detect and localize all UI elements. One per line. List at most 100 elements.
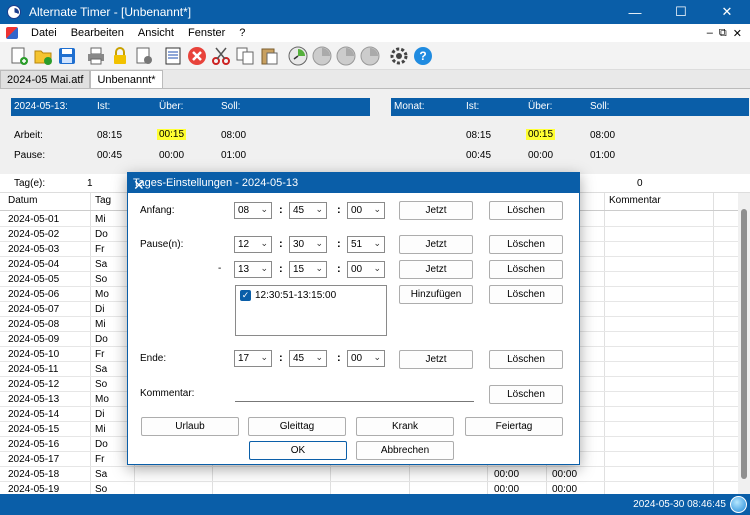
cut-icon[interactable] (210, 45, 232, 67)
checkbox-checked-icon[interactable]: ✓ (240, 290, 251, 301)
pause2-jetzt-button[interactable]: Jetzt (399, 260, 473, 279)
cell-tag: Mi (95, 319, 106, 330)
delete-icon[interactable] (186, 45, 208, 67)
gleittag-button[interactable]: Gleittag (248, 417, 346, 436)
pause-list-loeschen-button[interactable]: Löschen (489, 285, 563, 304)
print-icon[interactable] (85, 45, 107, 67)
close-button[interactable]: ✕ (704, 0, 750, 24)
month-soll-label: Soll: (590, 101, 610, 112)
menu-fenster[interactable]: Fenster (181, 27, 232, 39)
menu-ansicht[interactable]: Ansicht (131, 27, 181, 39)
pause-dash: - (218, 263, 222, 274)
pause1-hour-combo[interactable]: 12 ⌄ (234, 236, 272, 253)
open-folder-icon[interactable] (32, 45, 54, 67)
cell-tag: Sa (95, 469, 108, 480)
print-settings-icon[interactable] (133, 45, 155, 67)
abbrechen-button[interactable]: Abbrechen (356, 441, 454, 460)
urlaub-button[interactable]: Urlaub (141, 417, 239, 436)
document-system-menu-icon[interactable] (6, 27, 18, 39)
clock-gray-icon[interactable] (311, 45, 333, 67)
pause2-hour-combo[interactable]: 13 ⌄ (234, 261, 272, 278)
tab-unbenannt[interactable]: Unbenannt* (90, 70, 163, 88)
pause-list[interactable]: ✓ 12:30:51-13:15:00 (235, 285, 387, 336)
column-header-kommentar[interactable]: Kommentar (609, 195, 661, 206)
pause1-minute-combo[interactable]: 30 ⌄ (289, 236, 327, 253)
pause1-hour-value: 12 (238, 239, 250, 250)
chevron-down-icon: ⌄ (260, 204, 268, 214)
clock-gray-icon[interactable] (335, 45, 357, 67)
column-header-datum[interactable]: Datum (8, 195, 37, 206)
clock-gray-icon[interactable] (359, 45, 381, 67)
chevron-down-icon: ⌄ (373, 204, 381, 214)
anfang-second-combo[interactable]: 00 ⌄ (347, 202, 385, 219)
month-arbeit-soll: 08:00 (590, 130, 616, 141)
settings-gear-icon[interactable] (388, 45, 410, 67)
chevron-down-icon: ⌄ (373, 238, 381, 248)
table-row[interactable]: 2024-05-19 So 00:00 00:00 (0, 482, 738, 494)
scrollbar-thumb[interactable] (741, 209, 747, 479)
chevron-down-icon: ⌄ (260, 263, 268, 273)
pause1-minute-value: 30 (293, 239, 305, 250)
colon-separator: : (279, 352, 283, 364)
menu-help[interactable]: ? (232, 27, 252, 39)
krank-button[interactable]: Krank (356, 417, 454, 436)
cell-tag: Fr (95, 244, 105, 255)
column-header-tag[interactable]: Tag (95, 195, 111, 206)
save-icon[interactable] (56, 45, 78, 67)
anfang-hour-combo[interactable]: 08 ⌄ (234, 202, 272, 219)
pause2-second-combo[interactable]: 00 ⌄ (347, 261, 385, 278)
ende-hour-combo[interactable]: 17 ⌄ (234, 350, 272, 367)
day-arbeit-ueber: 00:15 (157, 129, 187, 140)
pause2-loeschen-button[interactable]: Löschen (489, 260, 563, 279)
cell-tag: So (95, 274, 108, 285)
pause1-loeschen-button[interactable]: Löschen (489, 235, 563, 254)
ende-second-combo[interactable]: 00 ⌄ (347, 350, 385, 367)
mdi-close-button[interactable]: ✕ (733, 27, 742, 40)
minimize-button[interactable]: — (612, 0, 658, 24)
pause1-second-combo[interactable]: 51 ⌄ (347, 236, 385, 253)
table-scrollbar[interactable] (738, 193, 750, 494)
cell-tag: Do (95, 229, 108, 240)
ok-button[interactable]: OK (249, 441, 347, 460)
cell-tag: Di (95, 409, 105, 420)
ende-loeschen-button[interactable]: Löschen (489, 350, 563, 369)
paste-icon[interactable] (258, 45, 280, 67)
mdi-minimize-button[interactable]: – (707, 27, 713, 40)
clock-green-icon[interactable] (287, 45, 309, 67)
cell-datum: 2024-05-11 (8, 364, 59, 375)
cell-tag: Do (95, 439, 108, 450)
colon-separator: : (279, 238, 283, 250)
menu-datei[interactable]: Datei (24, 27, 64, 39)
lock-icon[interactable] (109, 45, 131, 67)
feiertag-button[interactable]: Feiertag (465, 417, 563, 436)
hinzufuegen-button[interactable]: Hinzufügen (399, 285, 473, 304)
edit-entry-icon[interactable] (162, 45, 184, 67)
anfang-minute-combo[interactable]: 45 ⌄ (289, 202, 327, 219)
chevron-down-icon: ⌄ (315, 204, 323, 214)
table-row[interactable]: 2024-05-18 Sa 00:00 00:00 (0, 467, 738, 482)
ende-minute-combo[interactable]: 45 ⌄ (289, 350, 327, 367)
pause2-minute-combo[interactable]: 15 ⌄ (289, 261, 327, 278)
mdi-restore-button[interactable]: ⧉ (719, 27, 727, 40)
anfang-loeschen-button[interactable]: Löschen (489, 201, 563, 220)
cell-datum: 2024-05-02 (8, 229, 60, 240)
anfang-jetzt-button[interactable]: Jetzt (399, 201, 473, 220)
kommentar-input[interactable] (235, 385, 474, 402)
ende-jetzt-button[interactable]: Jetzt (399, 350, 473, 369)
cell-c2: 00:00 (552, 469, 578, 480)
maximize-button[interactable]: ☐ (658, 0, 704, 24)
new-file-icon[interactable] (8, 45, 30, 67)
dialog-title-bar: Tages-Einstellungen - 2024-05-13 ✕ (128, 173, 579, 193)
month-pause-ist: 00:45 (466, 150, 492, 161)
pause1-jetzt-button[interactable]: Jetzt (399, 235, 473, 254)
ende-second-value: 00 (351, 353, 363, 364)
day-date-label: 2024-05-13: (14, 101, 68, 112)
help-icon[interactable]: ? (412, 45, 434, 67)
kommentar-label: Kommentar: (140, 388, 195, 399)
pause-list-item[interactable]: 12:30:51-13:15:00 (255, 290, 336, 301)
dialog-close-button[interactable]: ✕ (133, 177, 571, 194)
copy-icon[interactable] (234, 45, 256, 67)
menu-bearbeiten[interactable]: Bearbeiten (64, 27, 131, 39)
tab-2024-05-mai[interactable]: 2024-05 Mai.atf (0, 70, 91, 88)
kommentar-loeschen-button[interactable]: Löschen (489, 385, 563, 404)
